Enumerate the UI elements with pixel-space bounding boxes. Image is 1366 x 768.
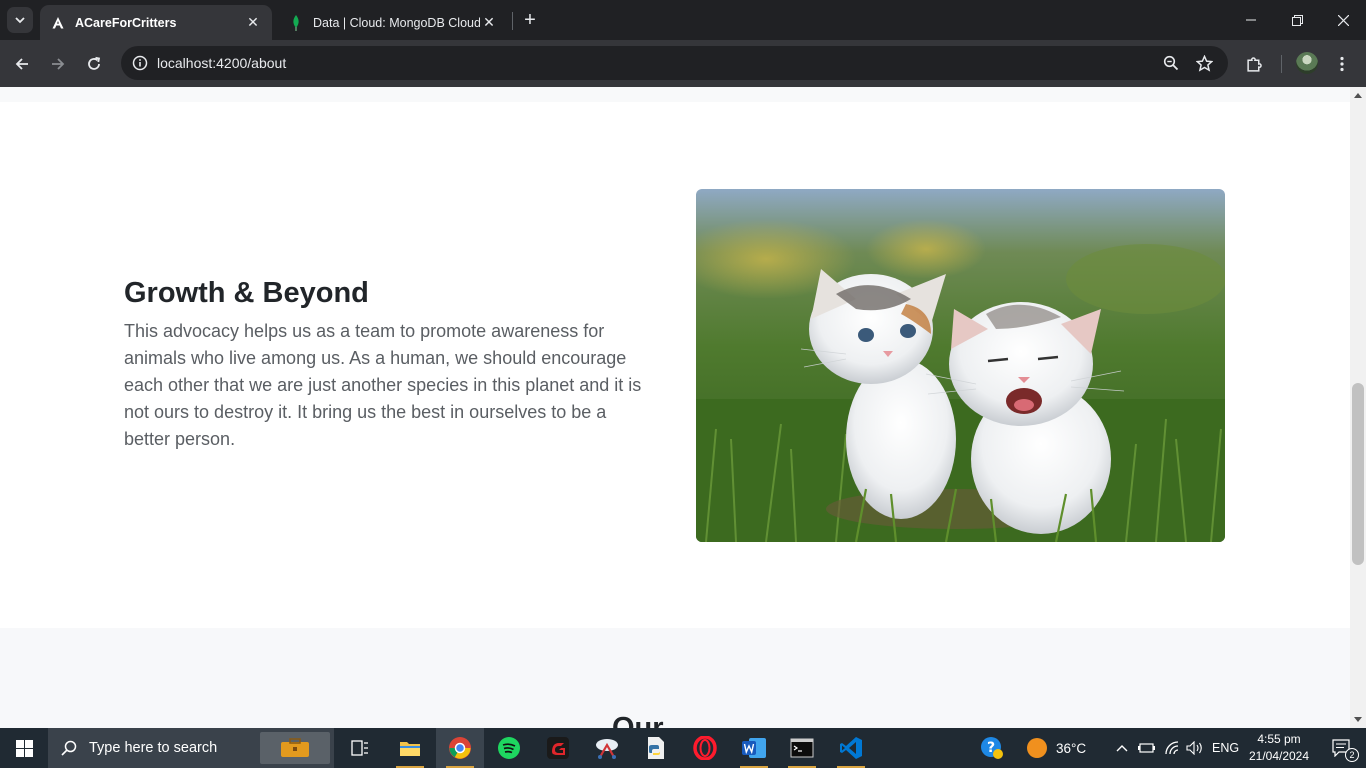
tab-mongodb-cloud[interactable]: Data | Cloud: MongoDB Cloud ✕ [278,5,508,40]
start-button[interactable] [0,728,48,768]
arrow-left-icon [15,58,28,70]
tab-title: ACareForCritters [75,15,177,30]
folder-icon [400,742,420,756]
page-scrollbar[interactable] [1350,87,1366,728]
python-button[interactable] [632,728,680,768]
extensions-button[interactable] [1240,50,1268,78]
reload-icon [88,56,101,70]
puzzle-icon [1246,56,1262,72]
next-heading-text: Our team [612,714,712,728]
next-section-heading: Our team [612,714,712,728]
team-section [0,628,1350,728]
weather-button[interactable]: 36°C [1026,728,1096,768]
back-button[interactable] [8,50,36,78]
time-text: 4:55 pm [1257,732,1301,746]
garena-button[interactable] [534,728,582,768]
battery-button[interactable] [1136,728,1158,768]
close-window-button[interactable] [1320,0,1366,40]
snipping-tool-button[interactable] [583,728,631,768]
tab-acareforcritters[interactable]: ACareForCritters ✕ [40,5,272,40]
kittens-photo [696,189,1225,542]
windows-taskbar: Type here to search ? 36°C ENG 4:55 pm 2… [0,728,1366,768]
scroll-down-arrow-icon[interactable] [1350,712,1366,728]
tab-strip: ACareForCritters ✕ Data | Cloud: MongoDB… [0,0,1366,40]
previous-section-edge [0,87,1350,102]
opera-icon [693,736,717,760]
section-heading: Growth & Beyond [124,277,369,309]
garena-icon [547,737,569,759]
vscode-icon [840,737,862,759]
reload-button[interactable] [80,50,108,78]
clock[interactable]: 4:55 pm 21/04/2024 [1244,731,1314,765]
search-highlight-briefcase-icon[interactable] [260,732,330,764]
new-tab-button[interactable]: + [519,9,541,31]
profile-avatar[interactable] [1296,52,1318,74]
tab-divider [512,12,513,30]
wifi-button[interactable] [1160,728,1184,768]
search-placeholder: Type here to search [89,740,218,756]
close-tab-icon[interactable]: ✕ [480,14,498,32]
file-explorer-button[interactable] [386,728,434,768]
tab-search-button[interactable] [7,7,33,33]
bookmark-star-icon[interactable] [1192,52,1216,74]
notification-count-badge: 2 [1345,748,1359,762]
menu-button[interactable] [1328,50,1356,78]
search-icon [61,740,77,756]
arrow-right-icon [52,58,65,70]
help-icon: ? [981,737,1003,759]
task-view-button[interactable] [336,728,384,768]
volume-button[interactable] [1184,728,1206,768]
zoom-icon[interactable] [1159,52,1183,74]
opera-button[interactable] [681,728,729,768]
terminal-icon [790,738,814,758]
close-tab-icon[interactable]: ✕ [244,14,262,32]
spotify-icon [498,737,520,759]
taskbar-search-box[interactable]: Type here to search [48,728,334,768]
language-indicator[interactable]: ENG [1212,741,1239,755]
help-button[interactable]: ? [968,728,1016,768]
site-info-icon[interactable] [129,52,151,74]
show-hidden-icons-button[interactable] [1110,728,1134,768]
page-viewport: Growth & Beyond This advocacy helps us a… [0,87,1350,728]
spotify-button[interactable] [485,728,533,768]
chevron-up-icon [1116,745,1128,752]
terminal-button[interactable] [778,728,826,768]
kebab-menu-icon [1340,56,1344,72]
windows-logo-icon [15,739,33,757]
address-bar[interactable]: localhost:4200/about [121,46,1228,80]
chevron-down-icon [15,17,25,24]
close-icon [1337,14,1349,26]
date-text: 21/04/2024 [1248,749,1310,763]
scroll-up-arrow-icon[interactable] [1350,87,1366,103]
sun-icon [1027,738,1047,758]
scrollbar-thumb[interactable] [1352,383,1364,565]
minimize-button[interactable] [1228,0,1274,40]
battery-icon [1138,743,1155,753]
vscode-button[interactable] [827,728,875,768]
angular-favicon-icon [50,15,66,31]
snipping-tool-icon [596,739,618,759]
chrome-icon [449,737,471,759]
temperature-text: 36°C [1056,740,1087,756]
python-file-icon [648,737,664,759]
section-paragraph: This advocacy helps us as a team to prom… [124,321,642,449]
forward-button[interactable] [44,50,72,78]
restore-button[interactable] [1274,0,1320,40]
url-text: localhost:4200/about [157,55,287,71]
notifications-button[interactable]: 2 [1318,728,1366,768]
tab-title: Data | Cloud: MongoDB Cloud [313,15,480,30]
word-icon [742,738,766,758]
mongodb-leaf-icon [288,14,304,31]
word-button[interactable] [730,728,778,768]
browser-toolbar: localhost:4200/about [0,40,1366,87]
speaker-icon [1186,741,1202,755]
restore-icon [1291,14,1303,26]
minimize-icon [1246,19,1256,21]
toolbar-separator [1281,55,1282,73]
task-view-icon [351,740,368,756]
chrome-taskbar-button[interactable] [436,728,484,768]
wifi-icon [1165,741,1179,755]
